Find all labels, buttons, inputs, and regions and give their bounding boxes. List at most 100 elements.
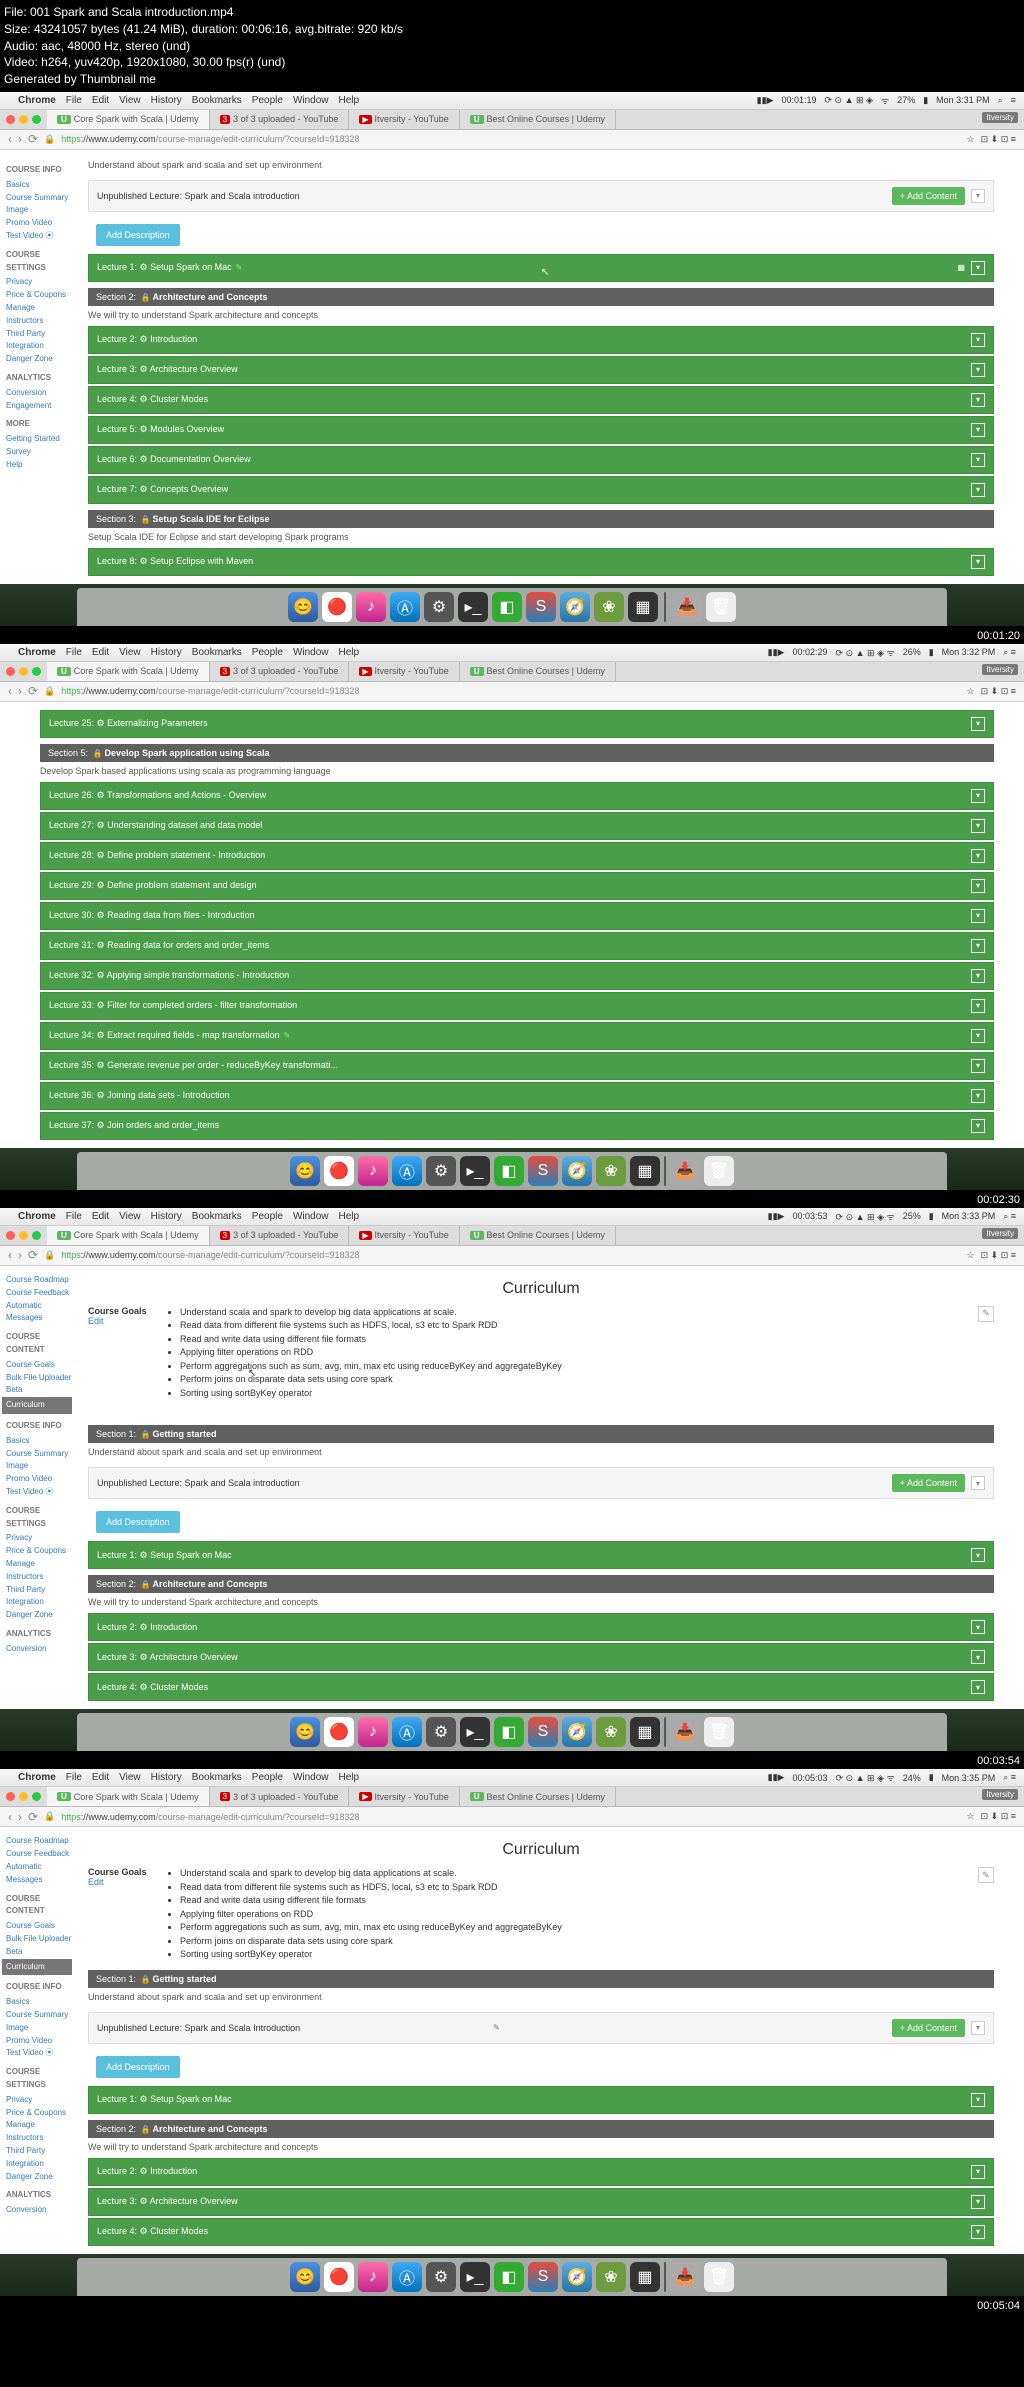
expand-button[interactable]: ▾ (971, 363, 985, 377)
sidebar-conversion[interactable]: Conversion (6, 2204, 72, 2217)
dock-media-icon[interactable]: ▦ (630, 1156, 660, 1186)
lecture-row[interactable]: Lecture 33: ⚙ Filter for completed order… (40, 992, 994, 1020)
sidebar-privacy[interactable]: Privacy (6, 1532, 72, 1545)
dock-finder-icon[interactable]: 😊 (288, 592, 318, 622)
lecture-row[interactable]: Lecture 3: ⚙ Architecture Overview▾ (88, 356, 994, 384)
expand-button[interactable]: ▾ (971, 1650, 985, 1664)
lecture-row[interactable]: Lecture 2: ⚙ Introduction▾ (88, 2158, 994, 2186)
tab-udemy-1[interactable]: UCore Spark with Scala | Udemy (47, 662, 210, 681)
dock-finder-icon[interactable]: 😊 (290, 2262, 320, 2292)
expand-button[interactable]: ▾ (971, 939, 985, 953)
dock-chrome-icon[interactable]: 🔴 (322, 592, 352, 622)
back-button[interactable]: ‹ (8, 1810, 12, 1824)
back-button[interactable]: ‹ (8, 684, 12, 698)
tab-youtube-upload[interactable]: 33 of 3 uploaded - YouTube (210, 110, 350, 129)
expand-button[interactable]: ▾ (971, 1620, 985, 1634)
dock-finder-icon[interactable]: 😊 (290, 1717, 320, 1747)
sidebar-conversion[interactable]: Conversion (6, 387, 72, 400)
section-header[interactable]: Section 2: Architecture and Concepts (88, 1575, 994, 1593)
dock-settings-icon[interactable]: ⚙ (424, 592, 454, 622)
sidebar-testvideo[interactable]: Test Video ⦿ (6, 1486, 72, 1499)
lecture-row[interactable]: Lecture 34: ⚙ Extract required fields - … (40, 1022, 994, 1050)
lock-icon[interactable]: 🔒 (44, 686, 55, 697)
section-header[interactable]: Section 1: Getting started (88, 1970, 994, 1988)
menu-item[interactable]: View (119, 1772, 141, 1783)
menu-item[interactable]: History (151, 1772, 182, 1783)
dock-terminal-icon[interactable]: ▸_ (460, 1156, 490, 1186)
menu-item[interactable]: History (151, 1211, 182, 1222)
menu-app[interactable]: Chrome (18, 1211, 56, 1222)
menu-item[interactable]: File (66, 1772, 82, 1783)
sidebar-privacy[interactable]: Privacy (6, 2094, 72, 2107)
sidebar-bulk[interactable]: Bulk File Uploader Beta (6, 1933, 72, 1959)
sidebar-testvideo[interactable]: Test Video ⦿ (6, 230, 72, 243)
add-description-button[interactable]: Add Description (96, 1511, 180, 1533)
menu-item[interactable]: Bookmarks (192, 1211, 242, 1222)
lecture-row[interactable]: Lecture 4: ⚙ Cluster Modes▾ (88, 2218, 994, 2246)
dock-snagit-icon[interactable]: S (528, 1717, 558, 1747)
sidebar-price[interactable]: Price & Coupons (6, 289, 72, 302)
dock-media-icon[interactable]: ▦ (630, 1717, 660, 1747)
lecture-row[interactable]: Lecture 30: ⚙ Reading data from files - … (40, 902, 994, 930)
tab-udemy-2[interactable]: UBest Online Courses | Udemy (460, 110, 616, 129)
lecture-row[interactable]: Lecture 3: ⚙ Architecture Overview▾ (88, 1643, 994, 1671)
forward-button[interactable]: › (18, 1248, 22, 1262)
edit-icon[interactable]: ✎ (236, 263, 243, 272)
url-text[interactable]: https://www.udemy.com/course-manage/edit… (61, 686, 960, 696)
menu-app[interactable]: Chrome (18, 95, 56, 106)
back-button[interactable]: ‹ (8, 132, 12, 146)
extension-badge[interactable]: Itversity (982, 1789, 1018, 1800)
expand-button[interactable]: ▾ (971, 879, 985, 893)
tab-itversity[interactable]: ▶Itversity - YouTube (349, 1226, 459, 1245)
menu-window[interactable]: Window (293, 95, 329, 106)
sidebar-getting-started[interactable]: Getting Started (6, 433, 72, 446)
tab-youtube-upload[interactable]: 33 of 3 uploaded - YouTube (210, 1226, 350, 1245)
menu-bookmarks[interactable]: Bookmarks (192, 95, 242, 106)
add-description-button[interactable]: Add Description (96, 2056, 180, 2078)
dock-media-icon[interactable]: ▦ (630, 2262, 660, 2292)
preview-icon[interactable]: ▦ (957, 263, 965, 272)
sidebar-thirdparty[interactable]: Third Party Integration (6, 2145, 72, 2171)
dock-downloads-icon[interactable]: 📥 (670, 1717, 700, 1747)
menu-people[interactable]: People (252, 95, 283, 106)
sidebar-thirdparty[interactable]: Third Party Integration (6, 1584, 72, 1610)
dock-appstore-icon[interactable]: Ⓐ (392, 2262, 422, 2292)
section-header[interactable]: Section 2: Architecture and Concepts (88, 2120, 994, 2138)
section-header[interactable]: Section 3: Setup Scala IDE for Eclipse (88, 510, 994, 528)
add-content-button[interactable]: + Add Content (892, 187, 965, 205)
edit-icon[interactable]: ✎ (493, 2023, 500, 2032)
menu-icon[interactable]: ≡ (1011, 95, 1016, 105)
menu-view[interactable]: View (119, 95, 141, 106)
lecture-row[interactable]: Lecture 1: ⚙ Setup Spark on Mac✎ ▦ ▾ ↖ (88, 254, 994, 282)
dock-settings-icon[interactable]: ⚙ (426, 1156, 456, 1186)
tab-udemy-2[interactable]: UBest Online Courses | Udemy (460, 662, 616, 681)
lecture-row[interactable]: Lecture 37: ⚙ Join orders and order_item… (40, 1112, 994, 1140)
tab-udemy-1[interactable]: UCore Spark with Scala | Udemy (47, 110, 210, 129)
sidebar-image[interactable]: Image (6, 204, 72, 217)
menu-bookmarks[interactable]: Bookmarks (192, 647, 242, 658)
sidebar-price[interactable]: Price & Coupons (6, 2107, 72, 2120)
forward-button[interactable]: › (18, 132, 22, 146)
sidebar-basics[interactable]: Basics (6, 179, 72, 192)
dock-app-icon[interactable]: ◧ (494, 1717, 524, 1747)
menu-item[interactable]: File (66, 1211, 82, 1222)
lock-icon[interactable]: 🔒 (44, 1811, 55, 1822)
url-text[interactable]: https://www.udemy.com/course-manage/edit… (61, 1812, 960, 1822)
lecture-row[interactable]: Lecture 26: ⚙ Transformations and Action… (40, 782, 994, 810)
expand-button[interactable]: ▾ (971, 555, 985, 569)
dock-itunes-icon[interactable]: ♪ (358, 2262, 388, 2292)
tab-itversity[interactable]: ▶Itversity - YouTube (349, 110, 459, 129)
expand-button[interactable]: ▾ (971, 819, 985, 833)
sidebar-bulk[interactable]: Bulk File Uploader Beta (6, 1372, 72, 1398)
dock-chrome-icon[interactable]: 🔴 (324, 1156, 354, 1186)
star-icon[interactable]: ☆ (967, 1811, 975, 1822)
section-header[interactable]: Section 2: Architecture and Concepts (88, 288, 994, 306)
lecture-row[interactable]: Lecture 1: ⚙ Setup Spark on Mac▾ (88, 1541, 994, 1569)
menu-item[interactable]: Help (339, 1211, 360, 1222)
reload-button[interactable]: ⟳ (28, 1810, 38, 1824)
expand-button[interactable]: ▾ (971, 393, 985, 407)
forward-button[interactable]: › (18, 684, 22, 698)
extension-badge[interactable]: Itversity (982, 664, 1018, 675)
dock-trash-icon[interactable]: 🗑 (706, 592, 736, 622)
dock-snagit-icon[interactable]: S (528, 1156, 558, 1186)
